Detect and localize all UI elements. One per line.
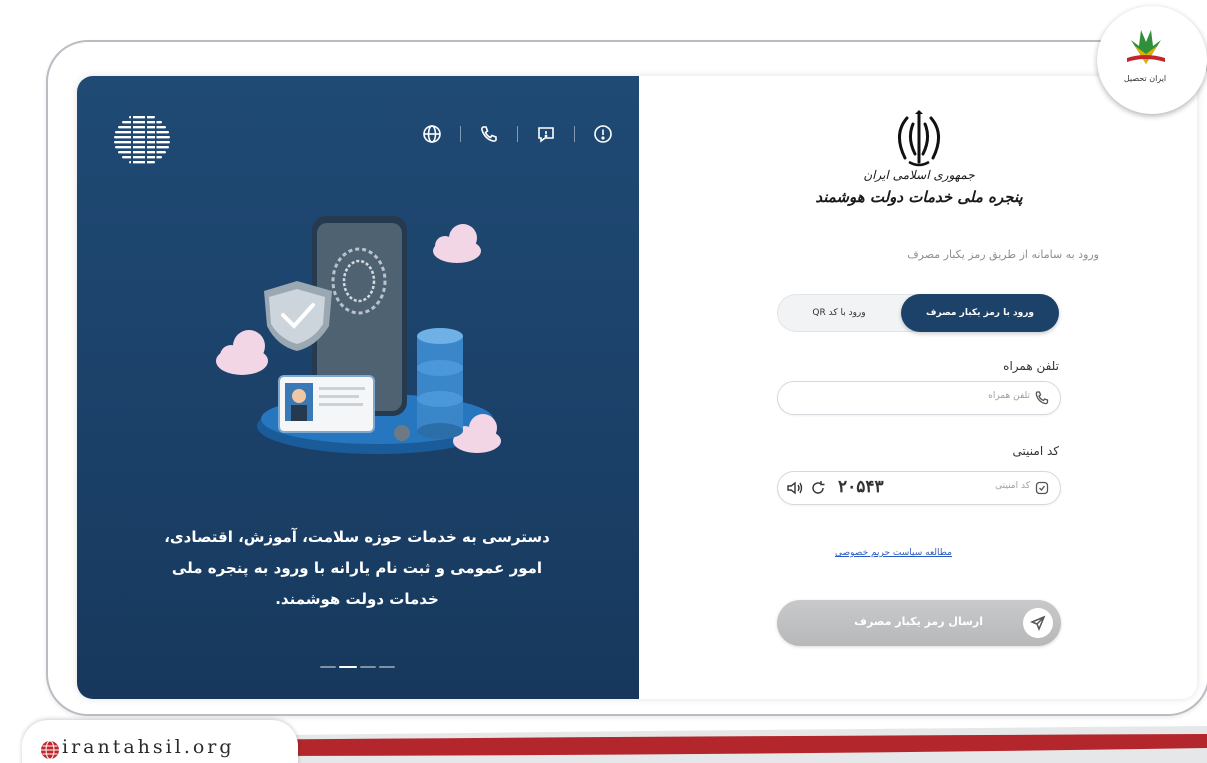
bottom-ribbon [200, 726, 1207, 763]
captcha-input[interactable]: کد امنیتی ۲۰۵۴۳ [777, 471, 1061, 505]
login-card: دسترسی به خدمات حوزه سلامت، آموزش، اقتصا… [77, 76, 1197, 699]
audio-icon[interactable] [786, 480, 804, 496]
chat-icon[interactable] [532, 120, 560, 148]
separator [574, 126, 575, 142]
send-icon [1023, 608, 1053, 638]
send-otp-button[interactable]: ارسال رمز یکبار مصرف [777, 600, 1061, 646]
privacy-policy-link[interactable]: مطالعه سیاست حریم خصوصی [835, 548, 952, 558]
site-url-text: irantahsil.org [62, 736, 235, 758]
promo-text: دسترسی به خدمات حوزه سلامت، آموزش، اقتصا… [164, 528, 550, 608]
tab-otp-login[interactable]: ورود با رمز یکبار مصرف [901, 294, 1059, 332]
irantahsil-logo-icon [1127, 30, 1165, 64]
login-subtitle: ورود به سامانه از طریق رمز یکبار مصرف [907, 248, 1099, 261]
tab-qr-login[interactable]: ورود با کد QR [777, 294, 901, 332]
info-icon[interactable] [589, 120, 617, 148]
brand-line-2: پنجره ملی خدمات دولت هوشمند [815, 188, 1023, 206]
captcha-image: ۲۰۵۴۳ [838, 477, 884, 497]
phone-input[interactable]: تلفن همراه [777, 381, 1061, 415]
irantahsil-logo-badge: ایران تحصیل [1097, 6, 1207, 114]
top-icon-bar [418, 120, 617, 148]
phone-placeholder: تلفن همراه [988, 391, 1030, 401]
separator [460, 126, 461, 142]
phone-security-illustration [216, 216, 501, 454]
slide-dot-active[interactable] [339, 666, 357, 668]
irantahsil-brand-text: ایران تحصیل [1123, 74, 1167, 83]
login-method-tabs: ورود با کد QR ورود با رمز یکبار مصرف [777, 294, 1059, 332]
login-form-panel: جمهوری اسلامی ایران پنجره ملی خدمات دولت… [639, 76, 1197, 699]
site-url-badge: irantahsil.org [22, 720, 298, 763]
slide-dot[interactable] [379, 666, 395, 668]
iran-emblem-icon [898, 110, 940, 167]
brand-line-1: جمهوری اسلامی ایران [863, 168, 975, 182]
send-otp-label: ارسال رمز یکبار مصرف [854, 615, 983, 628]
captcha-shield-icon [1035, 481, 1049, 495]
phone-icon [1035, 391, 1049, 405]
slide-indicator[interactable] [320, 666, 395, 668]
globe-icon[interactable] [418, 120, 446, 148]
slide-dot[interactable] [320, 666, 336, 668]
globe-icon [41, 740, 59, 760]
phone-icon[interactable] [475, 120, 503, 148]
promo-panel: دسترسی به خدمات حوزه سلامت، آموزش، اقتصا… [77, 76, 639, 699]
captcha-label: کد امنیتی [1012, 444, 1059, 458]
captcha-placeholder: کد امنیتی [995, 481, 1030, 491]
separator [517, 126, 518, 142]
captcha-tools [786, 480, 826, 496]
slide-dot[interactable] [360, 666, 376, 668]
phone-label: تلفن همراه [1003, 359, 1059, 373]
globe-logo-icon [114, 114, 170, 168]
refresh-icon[interactable] [810, 480, 826, 496]
page: دسترسی به خدمات حوزه سلامت، آموزش، اقتصا… [0, 0, 1207, 763]
